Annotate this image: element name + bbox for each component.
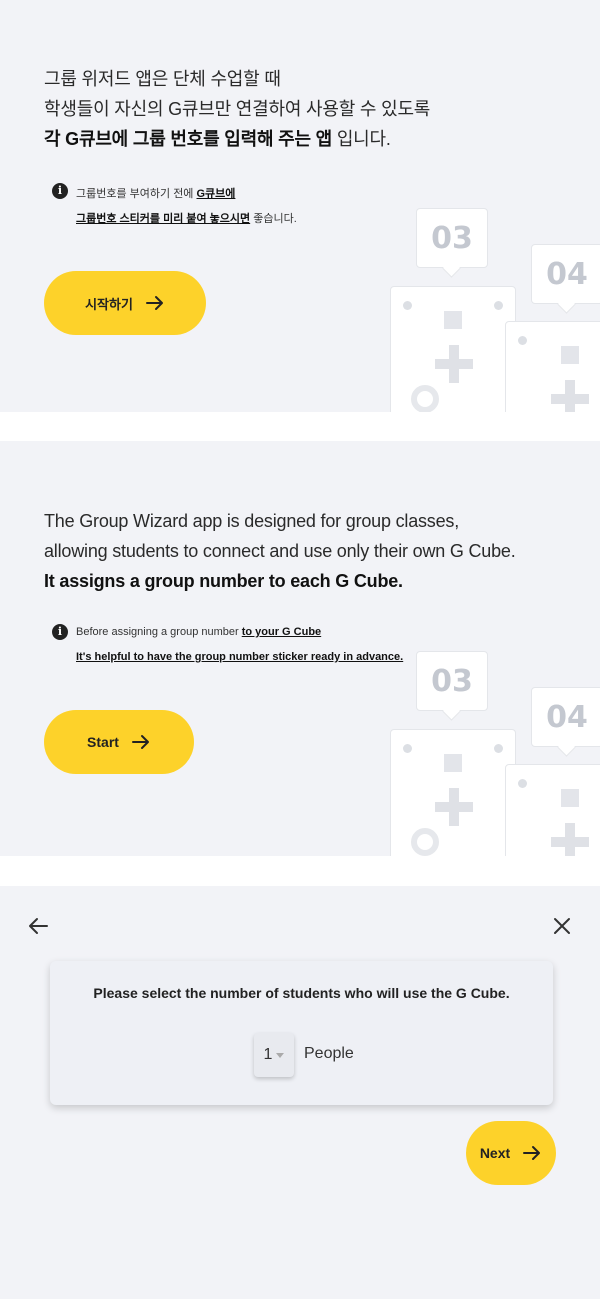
group-number-tag: 03 [416,208,488,268]
student-count-card: Please select the number of students who… [50,961,553,1105]
card-title: Please select the number of students who… [93,985,510,1001]
next-button[interactable]: Next [466,1121,556,1185]
cube-device [505,321,600,412]
intro-panel-english: The Group Wizard app is designed for gro… [0,441,600,856]
next-button-label: Next [479,1145,511,1161]
student-count-select[interactable]: 1 [254,1033,294,1077]
cube-device [390,286,516,412]
unit-label: People [304,1045,354,1062]
selected-count: 1 [263,1046,273,1063]
chevron-down-icon [276,1052,285,1058]
cube-illustration: 03 04 [0,441,600,856]
intro-panel-korean: 그룹 위저드 앱은 단체 수업할 때 학생들이 자신의 G큐브만 연결하여 사용… [0,0,600,412]
arrow-left-icon[interactable] [27,914,51,938]
student-count-panel: Please select the number of students who… [0,886,600,1299]
group-number-tag: 04 [531,687,600,747]
cube-device [390,729,516,856]
cube-illustration: 03 04 [0,0,600,412]
group-number-tag: 04 [531,244,600,304]
cube-device [505,764,600,856]
close-icon[interactable] [550,914,574,938]
arrow-right-icon [523,1146,541,1160]
group-number-tag: 03 [416,651,488,711]
